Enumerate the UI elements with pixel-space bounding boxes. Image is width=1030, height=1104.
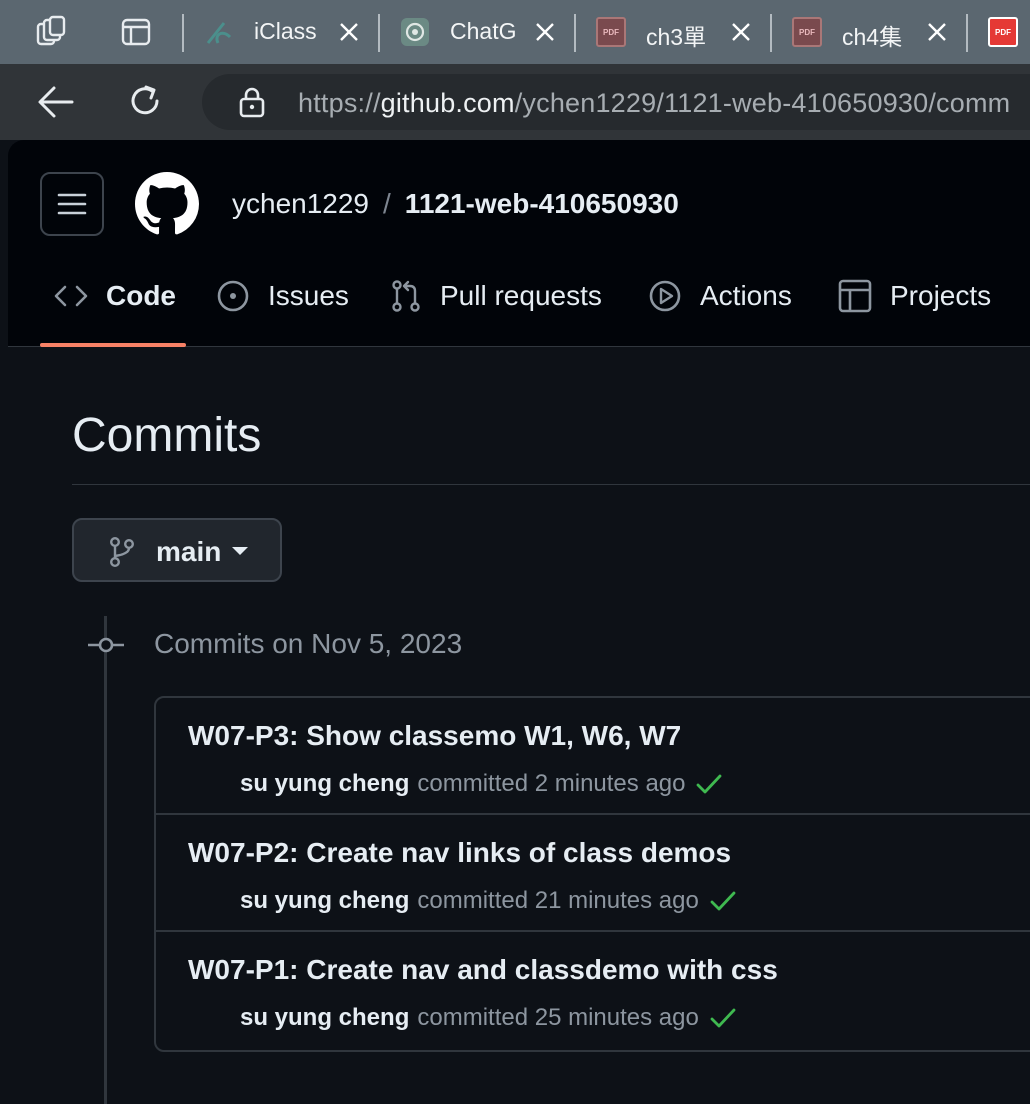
close-icon[interactable] [926,21,948,43]
tab-title: iClass [254,18,317,44]
browser-tab-ch3[interactable]: PDF ch3單 [574,0,770,64]
url-host: github.com [380,88,515,118]
commit-message-link[interactable]: W07-P2: Create nav links of class demos [188,837,731,869]
commit-time: committed 21 minutes ago [417,887,699,914]
play-icon [649,280,681,312]
active-tab-underline [40,343,186,347]
lock-icon[interactable] [238,86,266,123]
iclass-favicon-icon [204,17,234,47]
branch-name: main [156,536,222,567]
commit-row[interactable]: W07-P2: Create nav links of class demos … [156,815,1030,932]
repo-header: ychen1229 / 1121-web-410650930 Code Issues… [8,140,1030,347]
tab-separator [182,14,184,52]
github-logo-icon[interactable] [135,172,199,236]
close-icon[interactable] [534,21,556,43]
tab-label: Actions [700,280,792,311]
browser-tab-strip: iClass ChatG PDF ch3單 PDF ch4集 PDF [0,0,1030,64]
chatgpt-favicon-icon [400,17,430,47]
caret-down-icon [232,547,248,555]
tab-actions-icon[interactable] [118,14,154,50]
tab-pull-requests[interactable]: Pull requests [390,268,602,324]
check-icon[interactable] [709,1006,737,1030]
close-icon[interactable] [730,21,752,43]
tab-title: ch4集 [842,24,903,50]
issue-icon [217,280,249,312]
tab-code[interactable]: Code [54,268,176,324]
commit-message-link[interactable]: W07-P3: Show classemo W1, W6, W7 [188,720,681,752]
divider [72,484,1030,485]
timeline-line [104,616,107,1104]
back-icon[interactable] [36,84,76,125]
pdf-icon: PDF [596,17,626,47]
tab-title: ChatG [450,18,516,44]
tab-label: Pull requests [440,280,602,311]
tab-separator [770,14,772,52]
browser-tab-ch4[interactable]: PDF ch4集 [770,0,966,64]
commit-author-link[interactable]: su yung cheng [240,1004,409,1032]
commit-node-icon [88,630,124,660]
close-icon[interactable] [338,21,360,43]
repo-name-link[interactable]: 1121-web-410650930 [405,188,679,219]
branch-selector-button[interactable]: main [72,518,282,582]
tab-issues[interactable]: Issues [216,268,349,324]
tab-separator [378,14,380,52]
tab-separator [966,14,968,52]
address-bar[interactable]: https://github.com/ychen1229/1121-web-41… [202,74,1030,130]
commit-time: committed 25 minutes ago [417,1004,699,1031]
screen: iClass ChatG PDF ch3單 PDF ch4集 PDF https… [0,0,1030,1104]
github-page: ychen1229 / 1121-web-410650930 Code Issues… [8,140,1030,1104]
check-icon[interactable] [695,772,723,796]
table-icon [838,279,872,313]
tab-title: ch3單 [646,24,707,50]
commit-row[interactable]: W07-P1: Create nav and classdemo with cs… [156,932,1030,1049]
code-icon [54,285,88,307]
commit-row[interactable]: W07-P3: Show classemo W1, W6, W7 su yung… [156,698,1030,815]
url-scheme: https:// [298,88,381,118]
browser-toolbar: https://github.com/ychen1229/1121-web-41… [0,64,1030,140]
tab-actions[interactable]: Actions [648,268,792,324]
url-text: https://github.com/ychen1229/1121-web-41… [298,88,1010,119]
commit-author-link[interactable]: su yung cheng [240,887,409,915]
refresh-icon[interactable] [126,82,164,125]
menu-button[interactable] [40,172,104,236]
hamburger-icon [57,193,87,215]
tab-separator [574,14,576,52]
commit-time: committed 2 minutes ago [417,770,686,797]
url-path: /ychen1229/1121-web-410650930/comm [514,88,1011,118]
browser-tab-iclass[interactable]: iClass [182,0,378,64]
browser-tab-pdf-active[interactable]: PDF [966,0,1030,64]
commit-author-link[interactable]: su yung cheng [240,770,409,798]
pdf-icon: PDF [988,17,1018,47]
commit-list: W07-P3: Show classemo W1, W6, W7 su yung… [154,696,1030,1052]
tab-label: Projects [890,280,992,311]
page-title: Commits [72,409,262,462]
commit-day-header: Commits on Nov 5, 2023 [154,628,463,659]
tab-label: Issues [268,280,349,311]
commit-meta: su yung cheng committed 25 minutes ago [240,1004,737,1032]
check-icon[interactable] [709,889,737,913]
commit-message-link[interactable]: W07-P1: Create nav and classdemo with cs… [188,954,778,986]
commit-meta: su yung cheng committed 2 minutes ago [240,770,723,798]
breadcrumb: ychen1229 / 1121-web-410650930 [232,188,679,220]
workspaces-icon[interactable] [33,14,69,50]
git-branch-icon [110,537,135,568]
pull-request-icon [392,280,420,312]
breadcrumb-separator: / [383,188,391,219]
pdf-icon: PDF [792,17,822,47]
tab-projects[interactable]: Projects [838,268,991,324]
tab-label: Code [106,280,176,311]
commit-meta: su yung cheng committed 21 minutes ago [240,887,737,915]
browser-tab-chatgpt[interactable]: ChatG [378,0,574,64]
repo-owner-link[interactable]: ychen1229 [232,188,369,219]
